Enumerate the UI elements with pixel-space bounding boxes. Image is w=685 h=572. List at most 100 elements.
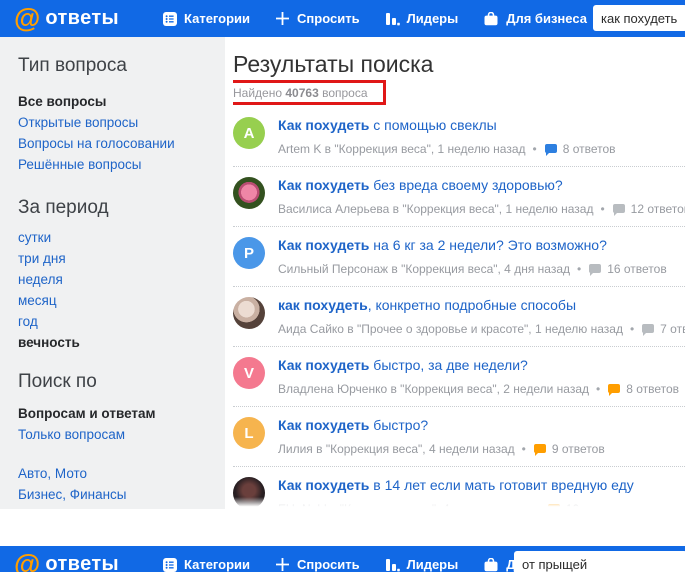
sidebar-filters: Тип вопроса Все вопросы Открытые вопросы Во… [0,37,225,509]
main-nav: Категории Спросить Лидеры Для бизнеса [163,11,612,26]
top-navbar: @ ответы Категории Спросить Лидеры Для бизн… [0,0,685,37]
question-row: L Как похудеть быстро? Лилия в "Коррекция … [233,407,685,467]
sidebar-item[interactable]: сутки [18,227,225,248]
nav-item-4[interactable]: Для бизнеса [483,11,587,26]
leaders-icon [385,558,400,572]
question-title-link[interactable]: Как похудеть с помощью свеклы [278,117,685,134]
question-body: Как похудеть быстро, за две недели? Владл… [278,357,685,406]
sidebar-section-title: За период [18,197,109,218]
question-title-rest: в 14 лет если мать готовит вредную еду [369,477,634,493]
question-title-rest: быстро, за две недели? [369,357,528,373]
question-body: Как похудеть без вреда своему здоровью? В… [278,177,685,226]
question-meta: Лилия в "Коррекция веса", 4 недели назад… [278,442,685,456]
question-meta: Владлена Юрченко в "Коррекция веса", 2 н… [278,382,685,396]
user-avatar[interactable] [233,177,265,209]
sidebar-item[interactable]: год [18,311,225,332]
question-title-link[interactable]: как похудеть, конкретно подробные способ… [278,297,685,314]
nav-item-3[interactable]: Лидеры [385,11,459,26]
question-title-link[interactable]: Как похудеть без вреда своему здоровью? [278,177,685,194]
sidebar-item[interactable]: Вопросы на голосовании [18,133,225,154]
answers-count: 9 ответов [551,442,605,456]
answers-bubble-icon [547,503,560,509]
sidebar-category-link[interactable]: Авто, Мото [18,463,225,484]
business-icon [483,557,499,572]
user-avatar[interactable]: A [233,117,265,149]
sidebar-item[interactable]: неделя [18,269,225,290]
question-meta: Василиса Алерьева в "Коррекция веса", 1 … [278,202,685,216]
query-highlight: Как похудеть [278,177,370,193]
question-title-rest: без вреда своему здоровью? [369,177,563,193]
sidebar-item[interactable]: Решённые вопросы [18,154,225,175]
question-row: A Как похудеть с помощью свеклы Artem K в … [233,107,685,167]
nav-item-1[interactable]: Категории [163,557,250,572]
nav-item-label: Лидеры [406,11,459,26]
query-highlight: Как похудеть [278,477,370,493]
question-row: Как похудеть без вреда своему здоровью? В… [233,167,685,227]
question-body: Как похудеть с помощью свеклы Artem K в "… [278,117,685,166]
sidebar-category-link[interactable]: Бизнес, Финансы [18,484,225,505]
answers-bubble-icon [589,263,602,276]
user-avatar[interactable] [233,297,265,329]
search-input[interactable] [514,551,685,572]
question-title-link[interactable]: Как похудеть быстро, за две недели? [278,357,685,374]
sidebar-section-title: Поиск по [18,371,97,392]
question-meta: Сильный Персонаж в "Коррекция веса", 4 д… [278,262,685,276]
user-avatar[interactable]: P [233,237,265,269]
question-row: Как похудеть в 14 лет если мать готовит … [233,467,685,509]
answers-count: 16 ответов [607,262,667,276]
otvety-logo[interactable]: @ ответы [14,551,119,572]
logo-wordmark: ответы [45,7,120,29]
author-category-time: Artem K в "Коррекция веса", 1 неделю наз… [278,142,526,156]
mailru-at-icon: @ [14,3,41,33]
otvety-logo[interactable]: @ ответы [14,5,119,32]
query-highlight: как похудеть [278,297,368,313]
nav-item-label: Спросить [297,557,360,572]
question-body: как похудеть, конкретно подробные способ… [278,297,685,346]
question-title-rest: быстро? [369,417,429,433]
question-row: V Как похудеть быстро, за две недели? Влад… [233,347,685,407]
nav-item-label: Категории [184,11,251,26]
answers-count: 12 ответов [630,202,685,216]
user-avatar[interactable] [233,477,265,509]
otvety-search-page: @ ответы Категории Спросить Лидеры Для бизн… [0,0,685,572]
meta-separator-dot: • [532,142,537,156]
nav-item-1[interactable]: Категории [163,11,250,26]
question-meta: Artem K в "Коррекция веса", 1 неделю наз… [278,142,685,156]
sidebar-item[interactable]: месяц [18,290,225,311]
query-highlight: Как похудеть [278,237,370,253]
found-suffix: вопроса [322,86,368,100]
question-title-link[interactable]: Как похудеть быстро? [278,417,685,434]
question-list: A Как похудеть с помощью свеклы Artem K в … [233,107,685,509]
question-row: как похудеть, конкретно подробные способ… [233,287,685,347]
question-title-link[interactable]: Как похудеть в 14 лет если мать готовит … [278,477,685,494]
meta-separator-dot: • [600,202,605,216]
nav-item-label: Категории [184,557,251,572]
author-category-time: Ekb Nobl в "Коррекция веса", 4 недели на… [278,502,529,509]
nav-item-2[interactable]: Спросить [275,557,360,572]
author-category-time: Василиса Алерьева в "Коррекция веса", 1 … [278,202,594,216]
search-input[interactable] [593,5,685,31]
question-meta: Аида Сайко в "Прочее о здоровье и красот… [278,322,685,336]
categories-icon [163,11,178,26]
user-avatar[interactable]: L [233,417,265,449]
meta-separator-dot: • [596,382,601,396]
page-title: Результаты поиска [233,51,434,77]
question-title-link[interactable]: Как похудеть на 6 кг за 2 недели? Это во… [278,237,685,254]
answers-count: 7 ответов [660,322,685,336]
sidebar-section-list: Все вопросы Открытые вопросы Вопросы на го… [18,91,225,175]
nav-item-2[interactable]: Спросить [275,11,360,26]
sidebar-item[interactable]: Открытые вопросы [18,112,225,133]
answers-bubble-icon [608,383,621,396]
nav-item-label: Лидеры [406,557,459,572]
meta-separator-dot: • [535,502,540,509]
user-avatar[interactable]: V [233,357,265,389]
question-row: P Как похудеть на 6 кг за 2 недели? Это в… [233,227,685,287]
sidebar-item: вечность [18,335,80,350]
meta-separator-dot: • [577,262,582,276]
nav-item-3[interactable]: Лидеры [385,557,459,572]
sidebar-item[interactable]: три дня [18,248,225,269]
leaders-icon [385,12,400,26]
meta-separator-dot: • [521,442,526,456]
sidebar-item[interactable]: Только вопросам [18,424,225,445]
sidebar-category-links: Авто, Мото Бизнес, Финансы [18,463,225,505]
